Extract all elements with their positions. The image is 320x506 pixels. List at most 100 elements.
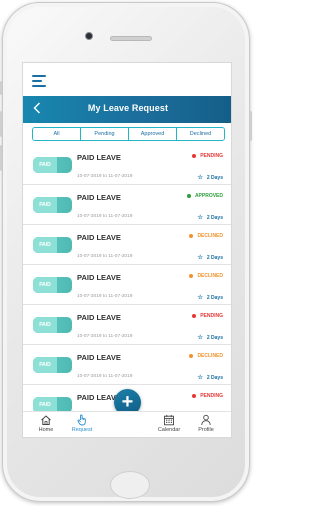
status-badge: DECLINED xyxy=(189,353,223,359)
status-badge: DECLINED xyxy=(189,273,223,279)
page-title: My Leave Request xyxy=(87,103,169,113)
page-header: My Leave Request xyxy=(23,96,231,123)
leave-duration: ☆2 Days xyxy=(197,254,223,262)
leave-request-card[interactable]: PAID PAID LEAVE 10-07-2019 to 11-07-2019 PE… xyxy=(23,145,231,185)
status-label: PENDING xyxy=(200,393,223,399)
leave-type-badge: PAID xyxy=(33,157,72,173)
leave-duration: ☆2 Days xyxy=(197,334,223,342)
leave-date-range: 10-07-2019 to 11-07-2019 xyxy=(77,174,133,179)
leave-type-badge-label: PAID xyxy=(33,277,57,293)
leave-request-card[interactable]: PAID PAID LEAVE 10-07-2019 to 11-07-2019 DE… xyxy=(23,345,231,385)
leave-type-badge-label: PAID xyxy=(33,317,57,333)
user-icon xyxy=(201,414,211,426)
leave-date-range: 10-07-2019 to 11-07-2019 xyxy=(77,294,133,299)
home-button[interactable] xyxy=(110,471,150,499)
nav-home-label: Home xyxy=(38,427,54,433)
tab-declined[interactable]: Declined xyxy=(177,128,224,140)
star-icon: ☆ xyxy=(197,295,203,301)
leave-date-range: 10-07-2019 to 11-07-2019 xyxy=(77,254,133,259)
status-label: DECLINED xyxy=(197,353,223,359)
leave-type-badge: PAID xyxy=(33,317,72,333)
nav-calendar[interactable]: Calendar xyxy=(151,414,187,433)
leave-duration: ☆2 Days xyxy=(197,374,223,382)
status-label: DECLINED xyxy=(197,233,223,239)
nav-home[interactable]: Home xyxy=(28,414,64,433)
volume-up-button xyxy=(0,111,2,137)
star-icon: ☆ xyxy=(197,255,203,261)
menu-icon[interactable] xyxy=(32,75,46,90)
bottom-navigation: Home Request Calendar Profile xyxy=(23,411,231,437)
mute-switch xyxy=(0,81,2,95)
status-dot-icon xyxy=(186,194,191,198)
leave-type-badge-label: PAID xyxy=(33,237,57,253)
leave-type-title: PAID LEAVE xyxy=(77,153,121,162)
top-bar xyxy=(23,63,231,96)
status-dot-icon xyxy=(189,234,194,238)
leave-type-title: PAID LEAVE xyxy=(77,193,121,202)
leave-duration: ☆2 Days xyxy=(197,214,223,222)
leave-date-range: 10-07-2019 to 11-07-2019 xyxy=(77,374,133,379)
volume-down-button xyxy=(0,145,2,171)
star-icon: ☆ xyxy=(197,215,203,221)
leave-type-badge: PAID xyxy=(33,357,72,373)
status-label: DECLINED xyxy=(197,273,223,279)
leave-request-card[interactable]: PAID PAID LEAVE 10-07-2019 to 11-07-2019 PE… xyxy=(23,305,231,345)
leave-duration: ☆2 Days xyxy=(197,174,223,182)
star-icon: ☆ xyxy=(197,375,203,381)
leave-type-title: PAID LEAVE xyxy=(77,273,121,282)
status-dot-icon xyxy=(189,354,194,358)
leave-type-badge-label: PAID xyxy=(33,197,57,213)
status-badge: PENDING xyxy=(192,153,223,159)
leave-request-card[interactable]: PAID PAID LEAVE 10-07-2019 to 11-07-2019 AP… xyxy=(23,185,231,225)
leave-type-title: PAID LEAVE xyxy=(77,353,121,362)
status-label: APPROVED xyxy=(194,193,223,199)
leave-days-label: 2 Days xyxy=(206,254,223,261)
leave-days-label: 2 Days xyxy=(206,334,223,341)
tab-pending[interactable]: Pending xyxy=(81,128,129,140)
app-screen: My Leave Request All Pending Approved De… xyxy=(22,62,232,438)
leave-type-badge: PAID xyxy=(33,277,72,293)
leave-type-badge: PAID xyxy=(33,197,72,213)
leave-type-title: PAID LEAVE xyxy=(77,233,121,242)
leave-days-label: 2 Days xyxy=(206,374,223,381)
status-filter-tabs: All Pending Approved Declined xyxy=(32,127,225,141)
hand-pointer-icon xyxy=(77,414,86,426)
nav-profile-label: Profile xyxy=(198,427,214,433)
power-button xyxy=(250,111,252,141)
leave-type-title: PAID LEAVE xyxy=(77,313,121,322)
nav-calendar-label: Calendar xyxy=(157,427,181,433)
tab-approved[interactable]: Approved xyxy=(129,128,177,140)
status-badge: PENDING xyxy=(192,313,223,319)
status-badge: APPROVED xyxy=(186,193,223,199)
status-badge: DECLINED xyxy=(189,233,223,239)
leave-date-range: 10-07-2019 to 11-07-2019 xyxy=(77,334,133,339)
star-icon: ☆ xyxy=(197,335,203,341)
star-icon: ☆ xyxy=(197,175,203,181)
leave-duration: ☆2 Days xyxy=(197,294,223,302)
leave-type-badge-label: PAID xyxy=(33,157,57,173)
status-dot-icon xyxy=(189,274,194,278)
leave-type-badge-label: PAID xyxy=(33,357,57,373)
front-camera xyxy=(85,32,93,40)
status-label: PENDING xyxy=(200,313,223,319)
leave-days-label: 2 Days xyxy=(206,214,223,221)
nav-request[interactable]: Request xyxy=(64,414,100,433)
earpiece-speaker xyxy=(110,36,152,41)
tab-all[interactable]: All xyxy=(33,128,81,140)
status-dot-icon xyxy=(192,314,197,318)
leave-request-list: PAID PAID LEAVE 10-07-2019 to 11-07-2019 PE… xyxy=(23,145,231,425)
leave-days-label: 2 Days xyxy=(206,294,223,301)
leave-date-range: 10-07-2019 to 11-07-2019 xyxy=(77,214,133,219)
leave-request-card[interactable]: PAID PAID LEAVE 10-07-2019 to 11-07-2019 DE… xyxy=(23,225,231,265)
status-dot-icon xyxy=(192,394,197,398)
home-icon xyxy=(41,415,51,425)
status-badge: PENDING xyxy=(192,393,223,399)
status-label: PENDING xyxy=(200,153,223,159)
nav-profile[interactable]: Profile xyxy=(188,414,224,433)
leave-type-badge: PAID xyxy=(33,237,72,253)
calendar-icon xyxy=(164,415,174,426)
leave-days-label: 2 Days xyxy=(206,174,223,181)
nav-request-label: Request xyxy=(71,427,93,433)
status-dot-icon xyxy=(192,154,197,158)
leave-request-card[interactable]: PAID PAID LEAVE 10-07-2019 to 11-07-2019 DE… xyxy=(23,265,231,305)
